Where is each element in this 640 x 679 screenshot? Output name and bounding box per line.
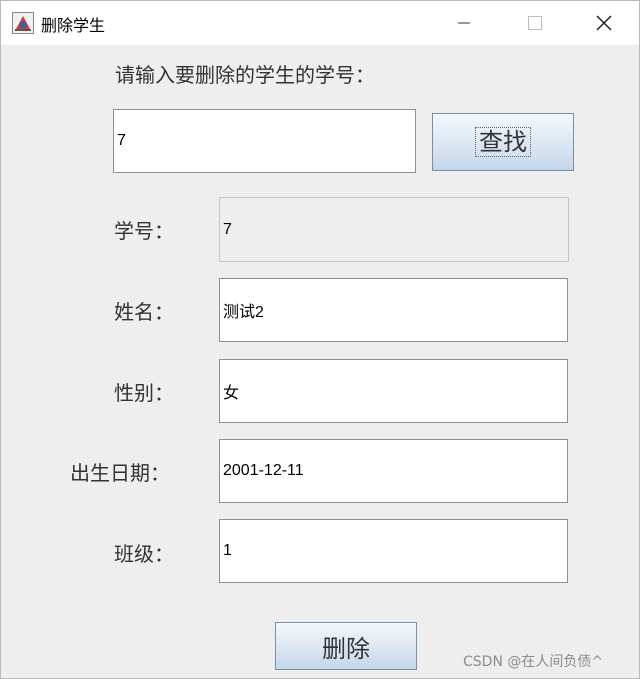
maximize-button[interactable] <box>512 1 558 45</box>
java-app-icon <box>12 12 34 34</box>
minimize-icon <box>458 22 470 24</box>
delete-student-window: 删除学生 请输入要删除的学生的学号： 7 查找 学号： 7 姓名： 测试2 性别… <box>0 0 640 679</box>
student-id-label: 学号： <box>114 219 174 243</box>
gender-label: 性别： <box>114 381 174 405</box>
search-button-label: 查找 <box>475 127 531 157</box>
gender-field[interactable]: 女 <box>219 359 568 423</box>
close-icon <box>596 15 612 31</box>
birth-date-label: 出生日期： <box>70 461 170 485</box>
title-bar[interactable]: 删除学生 <box>1 1 639 45</box>
window-title: 删除学生 <box>41 16 106 35</box>
maximize-icon <box>528 16 542 30</box>
student-id-field: 7 <box>219 197 569 262</box>
class-label: 班级： <box>114 542 174 566</box>
student-id-search-input[interactable]: 7 <box>113 109 416 173</box>
delete-button[interactable]: 删除 <box>275 622 417 670</box>
class-field[interactable]: 1 <box>219 519 568 583</box>
search-prompt-label: 请输入要删除的学生的学号： <box>115 63 375 87</box>
watermark: CSDN @在人间负债^ <box>463 654 604 670</box>
birth-date-field[interactable]: 2001-12-11 <box>219 439 568 503</box>
name-field[interactable]: 测试2 <box>219 278 568 342</box>
search-button[interactable]: 查找 <box>432 113 574 171</box>
minimize-button[interactable] <box>441 1 487 45</box>
name-label: 姓名： <box>114 300 174 324</box>
close-button[interactable] <box>581 1 627 45</box>
